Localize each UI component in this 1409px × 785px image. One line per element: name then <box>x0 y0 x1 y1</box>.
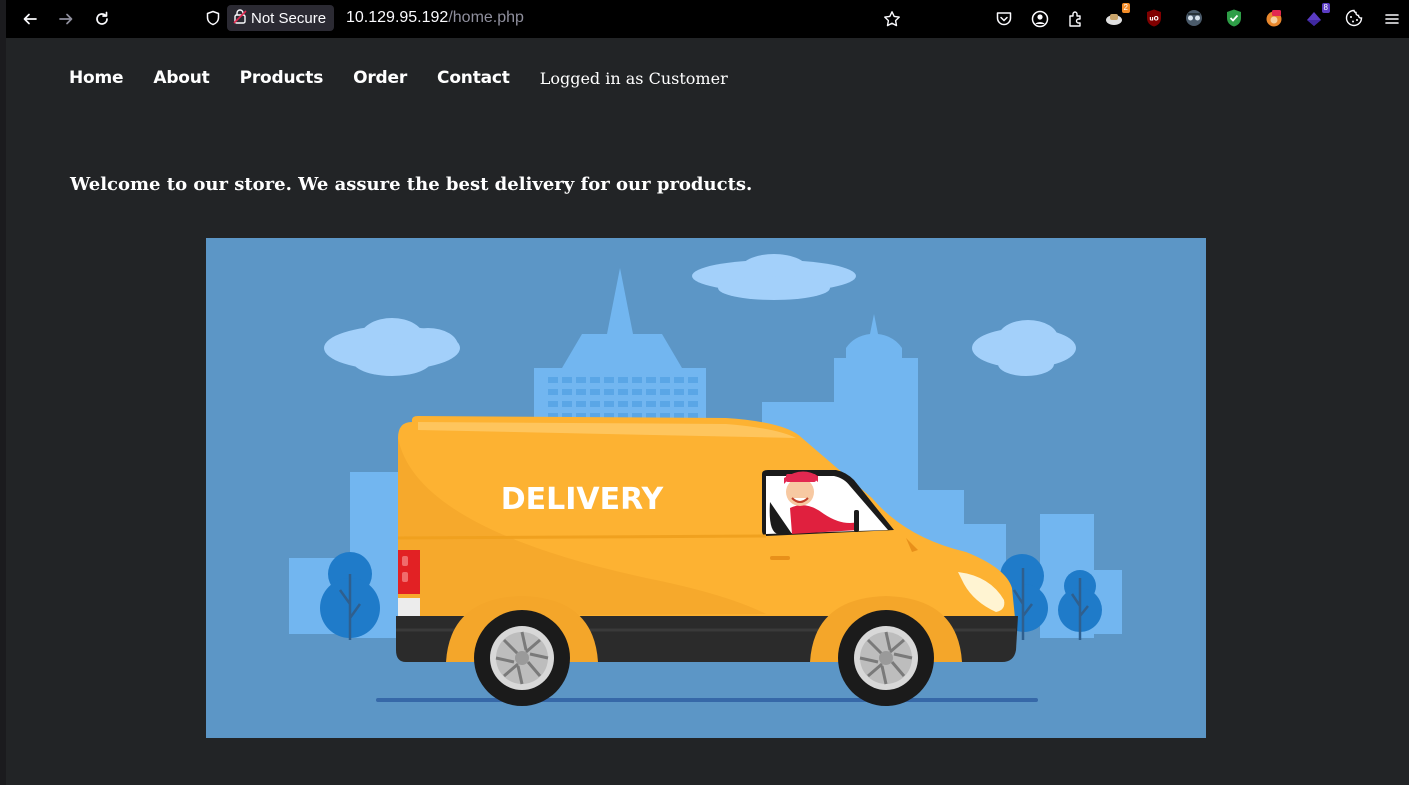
url-host: 10.129.95.192 <box>346 9 449 26</box>
ublock-origin-icon[interactable]: uO <box>1142 6 1166 30</box>
nav-products[interactable]: Products <box>240 68 324 88</box>
extension-1-badge: 2 <box>1121 3 1130 13</box>
nav-order[interactable]: Order <box>353 68 407 88</box>
extension-8-badge: 8 <box>1321 3 1330 13</box>
delivery-illustration: DELIVERY <box>206 238 1206 738</box>
browser-toolbar: Not Secure 10.129.95.192/home.php 2 uO 8 <box>0 0 1409 38</box>
welcome-heading: Welcome to our store. We assure the best… <box>70 174 753 195</box>
account-icon[interactable] <box>1028 7 1052 31</box>
pocket-icon[interactable] <box>992 7 1016 31</box>
main-nav: Home About Products Order Contact Logged… <box>69 64 728 92</box>
green-shield-icon[interactable] <box>1222 6 1246 30</box>
insecure-lock-icon <box>233 8 247 28</box>
url-text[interactable]: 10.129.95.192/home.php <box>346 9 524 27</box>
reload-icon[interactable] <box>90 7 114 31</box>
spy-glasses-icon[interactable] <box>1182 6 1206 30</box>
fox-extension-icon[interactable] <box>1262 6 1286 30</box>
road-line <box>376 698 1038 702</box>
svg-text:uO: uO <box>1149 16 1158 23</box>
left-window-edge <box>0 38 6 785</box>
cookie-icon[interactable] <box>1342 6 1366 30</box>
extensions-icon[interactable] <box>1064 7 1088 31</box>
front-wheel <box>838 610 934 706</box>
tracking-shield-icon[interactable] <box>201 6 225 30</box>
nav-contact[interactable]: Contact <box>437 68 510 88</box>
back-arrow-icon[interactable] <box>18 7 42 31</box>
sidebar-edge <box>0 0 6 38</box>
login-status: Logged in as Customer <box>539 68 728 88</box>
van-delivery-text: DELIVERY <box>501 482 665 517</box>
url-path: /home.php <box>448 9 524 26</box>
bookmark-star-icon[interactable] <box>880 7 904 31</box>
rear-wheel <box>474 610 570 706</box>
security-label: Not Secure <box>251 9 327 27</box>
nav-home[interactable]: Home <box>69 68 124 88</box>
security-indicator[interactable]: Not Secure <box>227 5 335 31</box>
extension-1-icon[interactable]: 2 <box>1102 3 1130 30</box>
url-bar[interactable]: Not Secure 10.129.95.192/home.php <box>200 4 920 34</box>
hamburger-menu-icon[interactable] <box>1380 7 1404 31</box>
forward-arrow-icon[interactable] <box>54 7 78 31</box>
purple-extension-icon[interactable]: 8 <box>1302 3 1330 30</box>
nav-about[interactable]: About <box>153 68 209 88</box>
delivery-hero-image: DELIVERY <box>206 238 1206 738</box>
